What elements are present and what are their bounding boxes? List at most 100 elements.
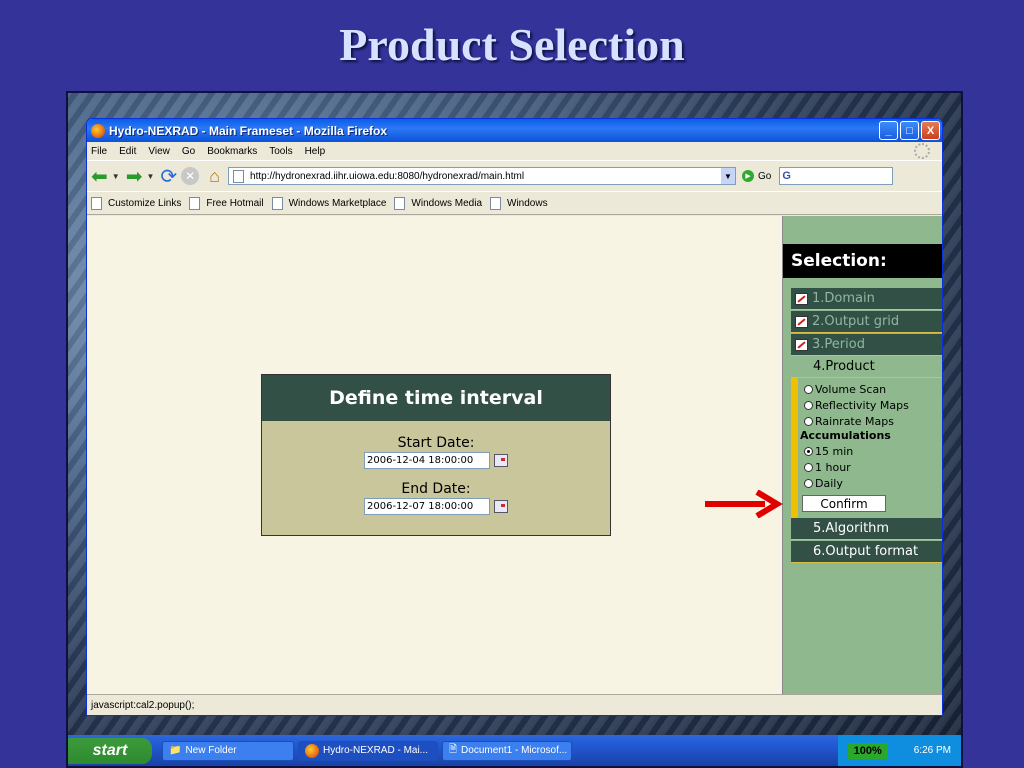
status-bar: javascript:cal2.popup(); — [87, 694, 942, 715]
option-label: Reflectivity Maps — [815, 398, 909, 412]
back-icon[interactable]: ⬅ — [91, 164, 108, 189]
reload-icon[interactable]: ⟳ — [160, 164, 177, 189]
clock[interactable]: 6:26 PM — [914, 745, 951, 756]
close-button[interactable]: X — [921, 121, 940, 140]
step-label: 5.Algorithm — [813, 521, 890, 536]
status-text: javascript:cal2.popup(); — [91, 699, 195, 711]
search-input[interactable]: G — [779, 167, 894, 185]
bookmark-label: Customize Links — [108, 197, 182, 209]
selection-sidebar: Selection: 1.Domain 2.Output grid 3.Peri… — [783, 216, 942, 694]
bookmark-item[interactable]: Windows Marketplace — [271, 196, 386, 210]
minimize-button[interactable]: _ — [879, 121, 898, 140]
go-icon[interactable]: ▶ — [742, 170, 755, 182]
bookmark-item[interactable]: Windows — [490, 196, 548, 210]
forward-icon[interactable]: ➡ — [126, 164, 143, 189]
menu-tools[interactable]: Tools — [269, 146, 292, 157]
step-label: 3.Period — [812, 337, 865, 352]
step-label: 4.Product — [813, 359, 875, 374]
step-period[interactable]: 3.Period — [791, 334, 942, 356]
option-label: Rainrate Maps — [815, 414, 894, 428]
task-word[interactable]: 🗎 Document1 - Microsof... — [442, 740, 572, 761]
window-title: Hydro-NEXRAD - Main Frameset - Mozilla F… — [109, 123, 388, 138]
option-label: Daily — [815, 476, 843, 490]
step-label: 1.Domain — [812, 291, 875, 306]
bookmark-label: Windows Media — [411, 197, 483, 209]
page-icon — [189, 196, 201, 210]
firefox-icon — [91, 123, 105, 138]
url-dropdown-icon[interactable]: ▼ — [721, 168, 736, 184]
task-new-folder[interactable]: 📁 New Folder — [162, 740, 294, 761]
menu-bookmarks[interactable]: Bookmarks — [207, 146, 257, 157]
bookmarks-toolbar: Customize Links Free Hotmail Windows Mar… — [87, 191, 942, 215]
page-icon — [271, 196, 283, 210]
task-firefox[interactable]: Hydro-NEXRAD - Mai... — [298, 740, 438, 761]
page-icon — [91, 196, 102, 210]
forward-dropdown-icon[interactable]: ▼ — [146, 172, 154, 181]
menu-file[interactable]: File — [91, 146, 107, 157]
radio-icon[interactable] — [804, 416, 813, 426]
option-reflectivity-maps[interactable]: Reflectivity Maps — [798, 397, 942, 413]
radio-icon[interactable] — [804, 384, 813, 394]
calendar-icon[interactable] — [494, 500, 508, 513]
option-rainrate-maps[interactable]: Rainrate Maps — [798, 413, 942, 429]
end-date-label: End Date: — [401, 481, 471, 497]
menu-edit[interactable]: Edit — [119, 146, 136, 157]
menu-view[interactable]: View — [148, 146, 170, 157]
back-dropdown-icon[interactable]: ▼ — [112, 172, 120, 181]
browser-window: Hydro-NEXRAD - Main Frameset - Mozilla F… — [86, 118, 943, 716]
option-daily[interactable]: Daily — [798, 475, 942, 491]
battery-indicator[interactable]: 100% — [847, 742, 888, 759]
bookmark-label: Windows — [507, 197, 548, 209]
stop-icon[interactable]: ✕ — [181, 167, 200, 185]
navigation-toolbar: ⬅ ▼ ➡ ▼ ⟳ ✕ ⌂ http://hydronexrad.iihr.ui… — [87, 160, 942, 191]
step-label: 2.Output grid — [812, 314, 900, 329]
maximize-button[interactable]: □ — [900, 121, 919, 140]
step-output-grid[interactable]: 2.Output grid — [791, 311, 942, 333]
start-label: start — [92, 741, 128, 759]
checked-icon — [795, 315, 808, 328]
selection-heading: Selection: — [783, 244, 942, 278]
step-label: 6.Output format — [813, 544, 919, 559]
radio-selected-icon[interactable] — [804, 446, 813, 456]
bookmark-item[interactable]: Customize Links — [91, 196, 182, 210]
page-icon — [394, 196, 406, 210]
option-1-hour[interactable]: 1 hour — [798, 459, 942, 475]
start-date-label: Start Date: — [397, 435, 475, 451]
confirm-button[interactable]: Confirm — [802, 495, 886, 512]
title-bar[interactable]: Hydro-NEXRAD - Main Frameset - Mozilla F… — [87, 119, 942, 142]
step-output-format[interactable]: 6.Output format — [791, 541, 942, 563]
start-date-input[interactable] — [364, 452, 490, 469]
step-domain[interactable]: 1.Domain — [791, 288, 942, 310]
product-options: Volume Scan Reflectivity Maps Rainrate M… — [791, 378, 942, 518]
menu-go[interactable]: Go — [182, 146, 195, 157]
url-text: http://hydronexrad.iihr.uiowa.edu:8080/h… — [250, 170, 525, 182]
radio-icon[interactable] — [804, 462, 813, 472]
step-product[interactable]: 4.Product — [791, 356, 942, 378]
firefox-icon — [305, 743, 319, 758]
word-icon: 🗎 — [449, 744, 458, 755]
folder-icon: 📁 — [169, 745, 182, 756]
go-button[interactable]: Go — [758, 171, 771, 182]
bookmark-item[interactable]: Windows Media — [394, 196, 483, 210]
main-frame: Define time interval Start Date: End Dat… — [87, 216, 783, 694]
end-date-input[interactable] — [364, 498, 490, 515]
start-button[interactable]: start — [68, 737, 152, 764]
checked-icon — [795, 338, 808, 351]
task-label: Document1 - Microsof... — [461, 745, 568, 756]
option-15-min[interactable]: 15 min — [798, 443, 942, 459]
screenshot-frame: Hydro-NEXRAD - Main Frameset - Mozilla F… — [66, 91, 963, 768]
bookmark-item[interactable]: Free Hotmail — [189, 196, 264, 210]
task-label: New Folder — [185, 745, 237, 756]
option-volume-scan[interactable]: Volume Scan — [798, 381, 942, 397]
task-label: Hydro-NEXRAD - Mai... — [323, 745, 429, 756]
menu-help[interactable]: Help — [305, 146, 326, 157]
system-tray: 100% 6:26 PM — [837, 735, 961, 766]
slide-title: Product Selection — [339, 19, 685, 70]
address-bar[interactable]: http://hydronexrad.iihr.uiowa.edu:8080/h… — [228, 167, 737, 185]
home-icon[interactable]: ⌂ — [209, 166, 220, 187]
radio-icon[interactable] — [804, 400, 813, 410]
radio-icon[interactable] — [804, 478, 813, 488]
option-label: 1 hour — [815, 460, 851, 474]
step-algorithm[interactable]: 5.Algorithm — [791, 518, 942, 540]
calendar-icon[interactable] — [494, 454, 508, 467]
